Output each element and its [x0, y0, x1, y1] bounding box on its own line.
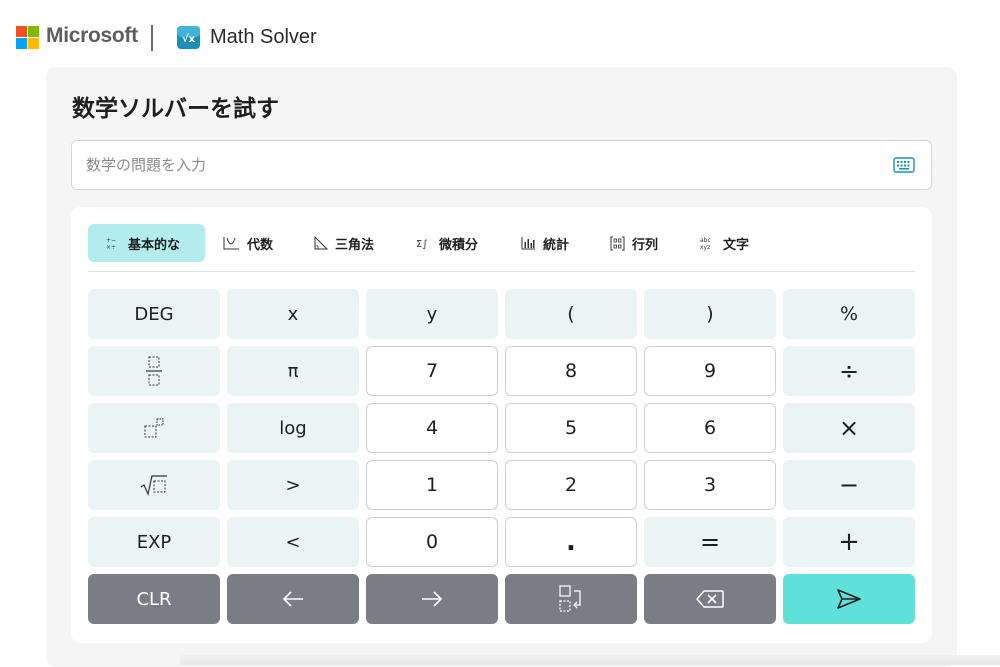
matrix-icon — [610, 236, 625, 250]
digit-8-key[interactable]: 8 — [505, 346, 637, 396]
letters-icon: abc xyz — [700, 237, 711, 251]
top-bar: Microsoft √x Math Solver — [0, 0, 1000, 70]
digit-3-key[interactable]: 3 — [644, 460, 776, 510]
tab-label: 基本的な — [128, 237, 181, 253]
digit-7-key[interactable]: 7 — [366, 346, 498, 396]
app-name[interactable]: Math Solver — [210, 26, 317, 49]
digit-1-key[interactable]: 1 — [366, 460, 498, 510]
minus-key[interactable]: − — [783, 460, 915, 510]
basic-ops-icon: +− ×÷ — [106, 237, 116, 250]
stats-icon — [521, 237, 535, 250]
fraction-key[interactable] — [88, 346, 220, 396]
open-paren-key[interactable]: ( — [505, 289, 637, 339]
exponent-icon — [144, 418, 164, 438]
exponent-key[interactable] — [88, 403, 220, 453]
multiply-key[interactable]: × — [783, 403, 915, 453]
tab-calculus[interactable]: Σ∫ 微積分 — [416, 224, 506, 262]
svg-text:√x: √x — [182, 33, 196, 45]
math-solver-logo-icon: √x — [177, 26, 200, 49]
backspace-icon — [696, 590, 724, 608]
svg-text:abc: abc — [700, 237, 711, 244]
tab-label: 代数 — [247, 237, 274, 253]
tab-label: 微積分 — [439, 237, 479, 253]
tab-label: 統計 — [543, 237, 570, 253]
digit-4-key[interactable]: 4 — [366, 403, 498, 453]
math-problem-input[interactable] — [72, 141, 872, 189]
tab-basic[interactable]: +− ×÷ 基本的な — [88, 224, 205, 262]
search-box — [71, 140, 932, 190]
algebra-icon — [223, 237, 239, 250]
square-root-icon — [140, 475, 167, 496]
page-title: 数学ソルバーを試す — [72, 96, 279, 122]
tab-matrix[interactable]: 行列 — [610, 224, 690, 262]
arrow-right-icon — [422, 591, 443, 607]
solve-button[interactable] — [783, 574, 915, 624]
percent-key[interactable]: % — [783, 289, 915, 339]
fraction-icon — [146, 356, 162, 386]
send-icon — [837, 589, 861, 609]
log-key[interactable]: log — [227, 403, 359, 453]
divide-key[interactable]: ÷ — [783, 346, 915, 396]
equals-key[interactable]: = — [644, 517, 776, 567]
digit-9-key[interactable]: 9 — [644, 346, 776, 396]
digit-6-key[interactable]: 6 — [644, 403, 776, 453]
svg-text:+−: +− — [106, 237, 116, 244]
category-tabs: +− ×÷ 基本的な 代数 三角法 Σ∫ 微積分 統計 行列 abc xyz 文… — [88, 224, 915, 272]
square-root-key[interactable] — [88, 460, 220, 510]
greater-than-key[interactable]: > — [227, 460, 359, 510]
tab-statistics[interactable]: 統計 — [521, 224, 601, 262]
svg-text:xyz: xyz — [700, 244, 710, 251]
close-paren-key[interactable]: ) — [644, 289, 776, 339]
cursor-right-button[interactable] — [366, 574, 498, 624]
cursor-left-button[interactable] — [227, 574, 359, 624]
calculus-icon: Σ∫ — [416, 239, 428, 250]
tab-letters[interactable]: abc xyz 文字 — [700, 224, 780, 262]
pi-key[interactable]: π — [227, 346, 359, 396]
keyboard-icon[interactable] — [893, 157, 915, 173]
next-slot-button[interactable] — [505, 574, 637, 624]
less-than-key[interactable]: < — [227, 517, 359, 567]
svg-text:×÷: ×÷ — [106, 244, 116, 250]
calculator-keypad: +− ×÷ 基本的な 代数 三角法 Σ∫ 微積分 統計 行列 abc xyz 文… — [71, 207, 932, 643]
tab-label: 三角法 — [335, 237, 375, 253]
backspace-button[interactable] — [644, 574, 776, 624]
digit-5-key[interactable]: 5 — [505, 403, 637, 453]
tab-trigonometry[interactable]: 三角法 — [313, 224, 403, 262]
clear-button[interactable]: CLR — [88, 574, 220, 624]
microsoft-logo-icon[interactable] — [16, 26, 39, 49]
plus-key[interactable]: + — [783, 517, 915, 567]
exp-key[interactable]: EXP — [88, 517, 220, 567]
bottom-edge — [180, 655, 1000, 665]
brand-name[interactable]: Microsoft — [46, 24, 138, 48]
tab-label: 行列 — [632, 237, 659, 253]
trig-icon — [314, 236, 328, 250]
next-slot-icon — [559, 585, 581, 612]
svg-text:Σ∫: Σ∫ — [416, 239, 428, 250]
decimal-point-key[interactable]: . — [505, 517, 637, 567]
deg-key[interactable]: DEG — [88, 289, 220, 339]
tab-algebra[interactable]: 代数 — [223, 224, 303, 262]
tab-label: 文字 — [723, 237, 750, 253]
digit-2-key[interactable]: 2 — [505, 460, 637, 510]
y-key[interactable]: y — [366, 289, 498, 339]
arrow-left-icon — [282, 591, 303, 607]
x-key[interactable]: x — [227, 289, 359, 339]
digit-0-key[interactable]: 0 — [366, 517, 498, 567]
header-divider — [151, 25, 153, 51]
